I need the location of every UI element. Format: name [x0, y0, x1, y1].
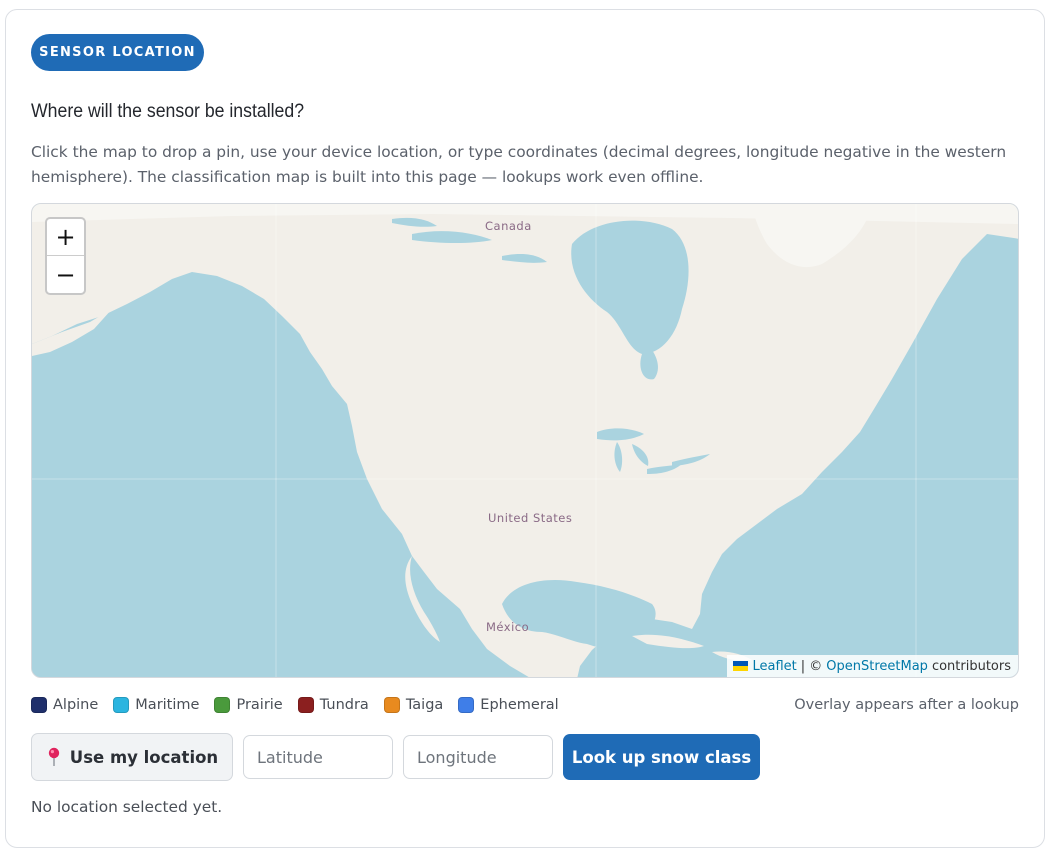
legend-label: Prairie	[236, 697, 283, 713]
openstreetmap-link[interactable]: OpenStreetMap	[826, 659, 928, 674]
ukraine-flag-icon	[733, 661, 749, 671]
legend-label: Taiga	[405, 697, 444, 713]
zoom-out-button[interactable]: −	[47, 256, 84, 293]
attribution-suffix: contributors	[931, 658, 1011, 674]
leaflet-link[interactable]: Leaflet	[752, 659, 796, 674]
use-my-location-label: Use my location	[69, 747, 219, 767]
use-my-location-button[interactable]: Use my location	[31, 733, 233, 781]
legend-item-tundra: Tundra	[297, 697, 369, 713]
attribution-separator: | ©	[800, 658, 823, 674]
legend-item-prairie: Prairie	[214, 697, 283, 713]
latitude-input[interactable]	[243, 735, 393, 779]
legend-swatch	[383, 697, 400, 713]
location-map[interactable]: Canada United States México + − Leaflet …	[31, 203, 1019, 678]
legend-swatch	[458, 697, 475, 713]
legend-item-alpine: Alpine	[31, 697, 98, 713]
status-text: No location selected yet.	[31, 798, 223, 816]
zoom-in-button[interactable]: +	[47, 219, 84, 256]
map-basemap[interactable]	[32, 204, 1019, 678]
place-label-united-states: United States	[488, 511, 573, 525]
overlay-note: Overlay appears after a lookup	[794, 697, 1019, 713]
map-attribution: Leaflet | © OpenStreetMap contributors	[727, 655, 1018, 677]
legend-item-taiga: Taiga	[383, 697, 444, 713]
pin-icon	[48, 747, 59, 766]
snow-class-legend: Alpine Maritime Prairie Tundra Taiga Eph…	[31, 695, 574, 715]
look-up-snow-class-button[interactable]: Look up snow class	[563, 734, 760, 780]
legend-swatch	[297, 697, 314, 713]
question-heading: Where will the sensor be installed?	[31, 101, 305, 122]
legend-swatch	[31, 697, 47, 713]
legend-item-ephemeral: Ephemeral	[458, 697, 559, 713]
legend-label: Tundra	[319, 697, 369, 713]
legend-swatch	[113, 697, 130, 713]
legend-item-maritime: Maritime	[113, 697, 199, 713]
legend-label: Ephemeral	[480, 697, 559, 713]
helper-text: Click the map to drop a pin, use your de…	[31, 143, 1007, 186]
place-label-canada: Canada	[485, 219, 532, 233]
section-badge: SENSOR LOCATION	[31, 34, 204, 71]
legend-label: Alpine	[53, 697, 99, 713]
longitude-input[interactable]	[403, 735, 553, 779]
place-label-mexico: México	[486, 620, 530, 634]
legend-label: Maritime	[135, 697, 200, 713]
zoom-control: + −	[45, 217, 86, 295]
legend-swatch	[214, 697, 231, 713]
